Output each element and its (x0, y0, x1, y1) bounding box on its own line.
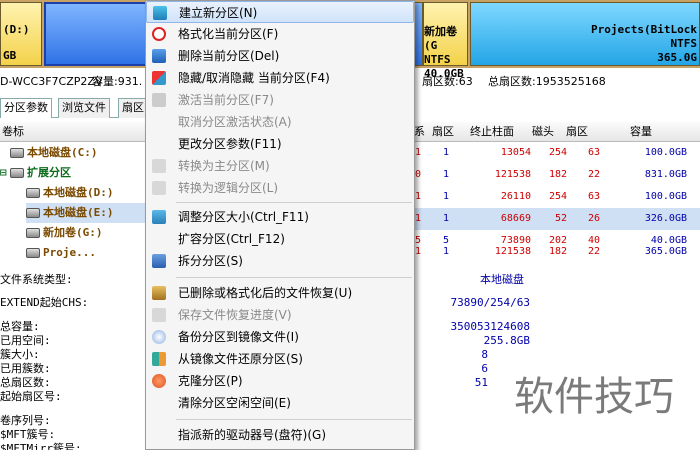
menu-item-clone[interactable]: 克隆分区(P) (146, 370, 414, 392)
disk-model: D-WCC3F7CZP2ZV (0, 75, 103, 88)
column-capacity: 容量 (630, 125, 652, 138)
restore-icon (152, 352, 166, 366)
format-icon (152, 27, 166, 41)
watermark-text: 软件技巧 (488, 345, 700, 450)
new-partition-icon (153, 6, 167, 20)
disk-icon (26, 248, 40, 258)
partition-context-menu: 建立新分区(N) 格式化当前分区(F) 删除当前分区(Del) 隐藏/取消隐藏 … (145, 0, 415, 450)
menu-separator (176, 277, 412, 278)
menu-item-format[interactable]: 格式化当前分区(F) (146, 23, 414, 45)
table-row[interactable]: 0 1 121538 182 22 831.0GB (413, 164, 700, 186)
partition-e-block[interactable] (44, 2, 148, 66)
resize-icon (152, 210, 166, 224)
tab-browse-files[interactable]: 浏览文件 (58, 98, 110, 118)
menu-item-activate[interactable]: 激活当前分区(F7) (146, 89, 414, 111)
partition-projects-block[interactable]: Projects(BitLock NTFS 365.0G (470, 2, 700, 66)
disk-icon (26, 228, 40, 238)
total-sectors-value: 51 (474, 376, 488, 389)
menu-item-change-params[interactable]: 更改分区参数(F11) (146, 133, 414, 155)
partition-projects-fs: NTFS (670, 37, 698, 50)
fs-type-label: 文件系统类型: (0, 273, 73, 286)
table-row[interactable]: 1 1 121538 182 22 365.0GB (413, 242, 700, 262)
column-start-sector: 扇区 (432, 125, 454, 138)
total-capacity-value: 350053124608 (450, 320, 530, 333)
column-head: 磁头 (532, 125, 554, 138)
tab-sectors[interactable]: 扇区 (118, 98, 148, 118)
disk-capacity: 容量:931. (92, 75, 143, 88)
table-row[interactable]: 1 1 13054 254 63 100.0GB (413, 142, 700, 164)
tree-item-projects[interactable]: Proje... (26, 243, 96, 263)
total-capacity-label: 总容量: (0, 320, 40, 333)
column-system: 系 (414, 125, 425, 138)
delete-icon (152, 49, 166, 63)
tree-item-c[interactable]: 本地磁盘(C:) (10, 143, 98, 163)
clone-icon (152, 374, 166, 388)
save-progress-icon (152, 308, 166, 322)
hide-icon (152, 71, 166, 85)
menu-separator (176, 202, 412, 203)
partition-d-label: (D:) (3, 23, 30, 36)
menu-item-expand[interactable]: 扩容分区(Ctrl_F12) (146, 228, 414, 250)
extend-chs-value: 73890/254/63 (450, 296, 530, 309)
disk-icon (10, 168, 24, 178)
volume-serial-label: 卷序列号: (0, 414, 51, 427)
tab-partition-params[interactable]: 分区参数 (0, 98, 52, 118)
backup-icon (152, 330, 166, 344)
menu-separator (176, 419, 412, 420)
menu-item-convert-logical[interactable]: 转换为逻辑分区(L) (146, 177, 414, 199)
menu-item-recover-files[interactable]: 已删除或格式化后的文件恢复(U) (146, 282, 414, 304)
tree-item-extended[interactable]: ⊟ 扩展分区 (0, 163, 71, 183)
menu-item-backup-image[interactable]: 备份分区到镜像文件(I) (146, 326, 414, 348)
partition-g-block[interactable]: 新加卷(G NTFS 40.0GB (423, 2, 468, 80)
convert-primary-icon (152, 159, 166, 173)
collapse-icon[interactable]: ⊟ (0, 163, 10, 183)
disk-sectors-per-track: 扇区数:63 (422, 75, 473, 88)
tree-item-g[interactable]: 新加卷(G:) (26, 223, 103, 243)
partition-d-block[interactable]: (D:) GB (0, 2, 42, 66)
extend-chs-label: EXTEND起始CHS: (0, 296, 89, 309)
mftmirr-cluster-label: $MFTMirr簇号: (0, 442, 82, 450)
tab-strip: 分区参数 浏览文件 扇区 (0, 98, 148, 118)
table-row-selected[interactable]: 1 1 68669 52 26 326.0GB (413, 208, 700, 230)
table-row[interactable]: 1 1 26110 254 63 100.0GB (413, 186, 700, 208)
start-sector-label: 起始扇区号: (0, 390, 62, 403)
disk-icon (26, 208, 40, 218)
partition-projects-label: Projects(BitLock (591, 23, 697, 36)
total-sectors-label: 总扇区数: (0, 376, 51, 389)
activate-icon (152, 93, 166, 107)
menu-item-resize[interactable]: 调整分区大小(Ctrl_F11) (146, 206, 414, 228)
partition-g-label: 新加卷(G (424, 25, 457, 52)
disk-total-sectors: 总扇区数:1953525168 (488, 75, 606, 88)
tree-item-d[interactable]: 本地磁盘(D:) (26, 183, 114, 203)
menu-item-create-partition[interactable]: 建立新分区(N) (146, 1, 414, 23)
menu-item-convert-primary[interactable]: 转换为主分区(M) (146, 155, 414, 177)
menu-item-save-progress[interactable]: 保存文件恢复进度(V) (146, 304, 414, 326)
menu-item-delete[interactable]: 删除当前分区(Del) (146, 45, 414, 67)
menu-item-deactivate[interactable]: 取消分区激活状态(A) (146, 111, 414, 133)
recover-icon (152, 286, 166, 300)
menu-item-split[interactable]: 拆分分区(S) (146, 250, 414, 272)
convert-logical-icon (152, 181, 166, 195)
column-sector: 扇区 (566, 125, 588, 138)
cluster-size-label: 簇大小: (0, 348, 40, 361)
used-clusters-label: 已用簇数: (0, 362, 51, 375)
fs-type-value: 本地磁盘 (480, 273, 524, 286)
partition-d-size: GB (3, 49, 17, 62)
menu-item-restore-image[interactable]: 从镜像文件还原分区(S) (146, 348, 414, 370)
partition-projects-size: 365.0G (657, 51, 697, 64)
cluster-size-value: 8 (481, 348, 488, 361)
partition-tree: 本地磁盘(C:) ⊟ 扩展分区 本地磁盘(D:) 本地磁盘(E:) 新加卷(G:)… (0, 122, 148, 262)
menu-item-clear-free-space[interactable]: 清除分区空闲空间(E) (146, 392, 414, 414)
menu-item-hide[interactable]: 隐藏/取消隐藏 当前分区(F4) (146, 67, 414, 89)
split-icon (152, 254, 166, 268)
tree-item-e[interactable]: 本地磁盘(E:) (26, 203, 148, 223)
used-space-label: 已用空间: (0, 334, 51, 347)
mft-cluster-label: $MFT簇号: (0, 428, 56, 441)
menu-item-assign-drive-letter[interactable]: 指派新的驱动器号(盘符)(G) (146, 424, 414, 446)
disk-icon (26, 188, 40, 198)
column-end-cylinder: 终止柱面 (470, 125, 514, 138)
partition-g-fs: NTFS (424, 53, 451, 66)
disk-icon (10, 148, 24, 158)
used-clusters-value: 6 (481, 362, 488, 375)
